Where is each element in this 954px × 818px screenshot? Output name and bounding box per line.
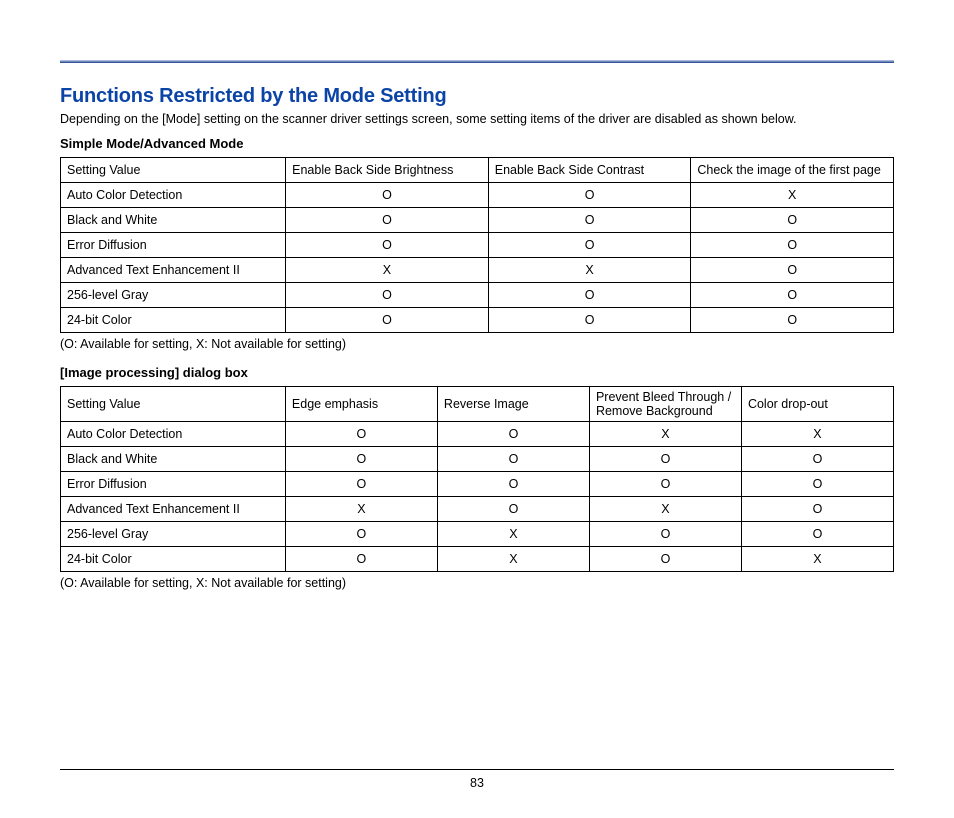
table1-header-row: Setting Value Enable Back Side Brightnes… bbox=[61, 158, 894, 183]
row-val: O bbox=[285, 547, 437, 572]
row-val: O bbox=[589, 447, 741, 472]
row-label: 256-level Gray bbox=[61, 283, 286, 308]
row-label: 24-bit Color bbox=[61, 547, 286, 572]
page-footer: 83 bbox=[60, 769, 894, 790]
row-val: O bbox=[286, 233, 489, 258]
row-label: Auto Color Detection bbox=[61, 422, 286, 447]
row-val: O bbox=[488, 308, 691, 333]
row-label: 24-bit Color bbox=[61, 308, 286, 333]
table-row: Auto Color Detection O O X bbox=[61, 183, 894, 208]
row-val: O bbox=[437, 497, 589, 522]
row-val: X bbox=[741, 547, 893, 572]
row-val: O bbox=[691, 283, 894, 308]
row-val: X bbox=[589, 497, 741, 522]
row-val: O bbox=[285, 522, 437, 547]
page-number: 83 bbox=[470, 776, 484, 790]
row-val: O bbox=[286, 208, 489, 233]
row-val: O bbox=[741, 447, 893, 472]
row-val: O bbox=[285, 447, 437, 472]
table2-legend: (O: Available for setting, X: Not availa… bbox=[60, 576, 894, 590]
row-val: O bbox=[286, 308, 489, 333]
table-simple-advanced-mode: Setting Value Enable Back Side Brightnes… bbox=[60, 157, 894, 333]
table1-legend: (O: Available for setting, X: Not availa… bbox=[60, 337, 894, 351]
table1-col1: Enable Back Side Brightness bbox=[286, 158, 489, 183]
row-val: O bbox=[691, 308, 894, 333]
row-val: O bbox=[437, 472, 589, 497]
row-val: O bbox=[285, 422, 437, 447]
row-val: O bbox=[589, 547, 741, 572]
row-val: X bbox=[691, 183, 894, 208]
row-label: 256-level Gray bbox=[61, 522, 286, 547]
footer-rule bbox=[60, 769, 894, 770]
header-rule bbox=[60, 60, 894, 63]
table1-heading: Simple Mode/Advanced Mode bbox=[60, 136, 894, 151]
row-val: X bbox=[285, 497, 437, 522]
row-label: Advanced Text Enhancement II bbox=[61, 497, 286, 522]
document-page: Functions Restricted by the Mode Setting… bbox=[0, 0, 954, 818]
table-row: 256-level Gray O O O bbox=[61, 283, 894, 308]
table1-col0: Setting Value bbox=[61, 158, 286, 183]
table2-col3: Prevent Bleed Through / Remove Backgroun… bbox=[589, 387, 741, 422]
table-row: Advanced Text Enhancement II X O X O bbox=[61, 497, 894, 522]
row-val: O bbox=[741, 497, 893, 522]
row-val: X bbox=[437, 522, 589, 547]
row-val: X bbox=[437, 547, 589, 572]
row-val: O bbox=[691, 208, 894, 233]
row-val: O bbox=[437, 447, 589, 472]
row-val: O bbox=[488, 233, 691, 258]
table1-col2: Enable Back Side Contrast bbox=[488, 158, 691, 183]
row-label: Auto Color Detection bbox=[61, 183, 286, 208]
table1-col3: Check the image of the first page bbox=[691, 158, 894, 183]
row-val: O bbox=[286, 283, 489, 308]
row-val: X bbox=[488, 258, 691, 283]
row-val: O bbox=[488, 183, 691, 208]
intro-paragraph: Depending on the [Mode] setting on the s… bbox=[60, 112, 894, 126]
table-row: Black and White O O O O bbox=[61, 447, 894, 472]
row-label: Advanced Text Enhancement II bbox=[61, 258, 286, 283]
row-label: Black and White bbox=[61, 447, 286, 472]
page-title: Functions Restricted by the Mode Setting bbox=[60, 85, 894, 108]
table2-col4: Color drop-out bbox=[741, 387, 893, 422]
table2-col2: Reverse Image bbox=[437, 387, 589, 422]
table2-header-row: Setting Value Edge emphasis Reverse Imag… bbox=[61, 387, 894, 422]
row-val: O bbox=[741, 522, 893, 547]
row-val: O bbox=[741, 472, 893, 497]
table-row: 24-bit Color O X O X bbox=[61, 547, 894, 572]
row-val: O bbox=[285, 472, 437, 497]
table-image-processing: Setting Value Edge emphasis Reverse Imag… bbox=[60, 386, 894, 572]
table2-col1: Edge emphasis bbox=[285, 387, 437, 422]
table-row: 24-bit Color O O O bbox=[61, 308, 894, 333]
row-label: Black and White bbox=[61, 208, 286, 233]
row-val: O bbox=[691, 233, 894, 258]
row-val: X bbox=[286, 258, 489, 283]
row-val: X bbox=[741, 422, 893, 447]
row-label: Error Diffusion bbox=[61, 472, 286, 497]
table-row: Black and White O O O bbox=[61, 208, 894, 233]
table-row: Error Diffusion O O O bbox=[61, 233, 894, 258]
row-val: O bbox=[488, 208, 691, 233]
table2-col0: Setting Value bbox=[61, 387, 286, 422]
row-val: O bbox=[488, 283, 691, 308]
row-val: O bbox=[691, 258, 894, 283]
table-row: Error Diffusion O O O O bbox=[61, 472, 894, 497]
row-val: X bbox=[589, 422, 741, 447]
table-row: Advanced Text Enhancement II X X O bbox=[61, 258, 894, 283]
row-val: O bbox=[286, 183, 489, 208]
row-val: O bbox=[437, 422, 589, 447]
table-row: 256-level Gray O X O O bbox=[61, 522, 894, 547]
row-val: O bbox=[589, 522, 741, 547]
table-row: Auto Color Detection O O X X bbox=[61, 422, 894, 447]
row-val: O bbox=[589, 472, 741, 497]
row-label: Error Diffusion bbox=[61, 233, 286, 258]
table2-heading: [Image processing] dialog box bbox=[60, 365, 894, 380]
